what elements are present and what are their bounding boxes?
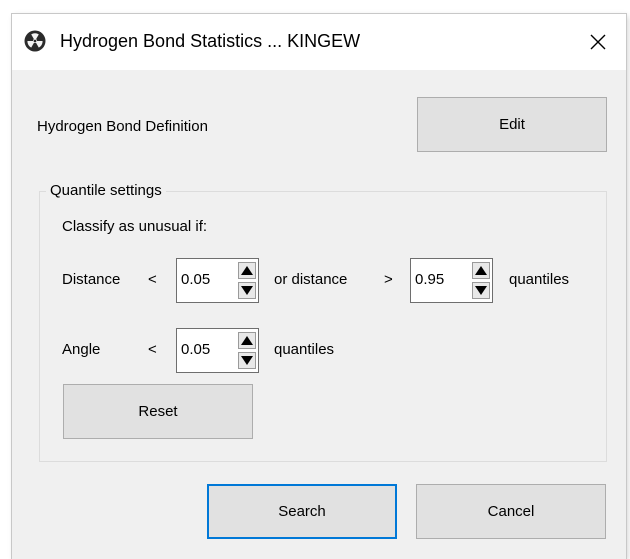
search-button[interactable]: Search	[207, 484, 397, 539]
spin-up-icon	[241, 266, 253, 275]
spin-up-icon	[241, 336, 253, 345]
angle-low-arrows	[238, 332, 256, 369]
background-strip	[0, 0, 630, 14]
title-bar[interactable]: Hydrogen Bond Statistics ... KINGEW	[12, 14, 626, 70]
quantile-settings-title: Quantile settings	[46, 182, 166, 199]
close-button[interactable]	[570, 14, 626, 70]
spin-down-icon	[241, 356, 253, 365]
cancel-button[interactable]: Cancel	[416, 484, 606, 539]
distance-high-spinbox[interactable]: 0.95	[410, 258, 493, 303]
distance-high-arrows	[472, 262, 490, 299]
classify-label: Classify as unusual if:	[62, 218, 208, 235]
distance-low-value: 0.05	[181, 271, 211, 288]
angle-low-down-button[interactable]	[238, 352, 256, 369]
angle-label: Angle	[62, 341, 101, 358]
edit-button-label: Edit	[499, 116, 525, 133]
distance-less-than-symbol: <	[148, 271, 157, 288]
distance-label: Distance	[62, 271, 121, 288]
cancel-button-label: Cancel	[487, 503, 535, 520]
dialog-window: Hydrogen Bond Statistics ... KINGEW Hydr…	[12, 14, 626, 559]
spin-down-icon	[241, 286, 253, 295]
distance-high-up-button[interactable]	[472, 262, 490, 279]
distance-low-down-button[interactable]	[238, 282, 256, 299]
angle-low-value: 0.05	[181, 341, 211, 358]
radiation-icon	[24, 30, 46, 52]
angle-low-up-button[interactable]	[238, 332, 256, 349]
distance-greater-than-symbol: >	[384, 271, 393, 288]
angle-quantiles-label: quantiles	[274, 341, 335, 358]
edit-button[interactable]: Edit	[417, 97, 607, 152]
angle-low-spinbox[interactable]: 0.05	[176, 328, 259, 373]
close-icon	[590, 34, 606, 50]
distance-low-arrows	[238, 262, 256, 299]
distance-quantiles-label: quantiles	[509, 271, 570, 288]
dialog-content: Hydrogen Bond Definition Edit Quantile s…	[12, 70, 626, 559]
distance-high-value: 0.95	[415, 271, 445, 288]
distance-high-down-button[interactable]	[472, 282, 490, 299]
hbond-definition-label: Hydrogen Bond Definition	[37, 118, 208, 135]
window-title: Hydrogen Bond Statistics ... KINGEW	[60, 31, 361, 51]
spin-up-icon	[475, 266, 487, 275]
distance-low-spinbox[interactable]: 0.05	[176, 258, 259, 303]
reset-button-label: Reset	[138, 403, 178, 420]
angle-less-than-symbol: <	[148, 341, 157, 358]
search-button-label: Search	[278, 503, 326, 520]
reset-button[interactable]: Reset	[63, 384, 253, 439]
spin-down-icon	[475, 286, 487, 295]
distance-low-up-button[interactable]	[238, 262, 256, 279]
or-distance-label: or distance	[274, 271, 348, 288]
